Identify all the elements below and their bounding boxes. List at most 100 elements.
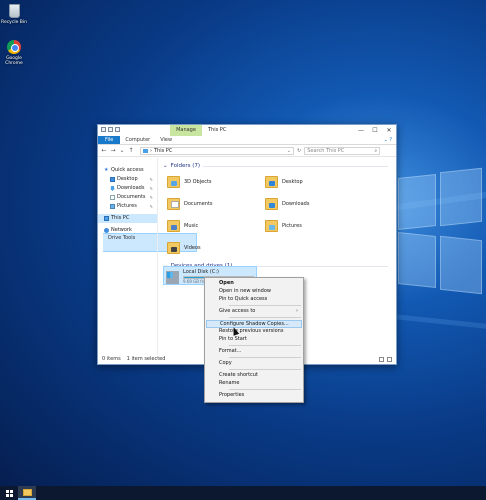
videos-folder-icon xyxy=(167,242,180,254)
recent-locations-icon[interactable]: ⌄ xyxy=(119,147,125,154)
close-button[interactable]: ✕ xyxy=(382,125,396,136)
recycle-bin-icon xyxy=(8,4,20,18)
sidebar-item-network[interactable]: Network xyxy=(98,226,157,235)
network-icon xyxy=(104,228,109,233)
folder-desktop[interactable]: Desktop xyxy=(265,176,303,188)
start-button[interactable] xyxy=(0,486,18,500)
menu-separator xyxy=(229,369,301,371)
chevron-down-icon[interactable]: ⌄ xyxy=(287,148,291,154)
context-menu: Open Open in new window Pin to Quick acc… xyxy=(204,277,304,403)
folder-downloads[interactable]: Downloads xyxy=(265,198,309,210)
sidebar-item-pictures[interactable]: Pictures ✎ xyxy=(98,202,157,211)
large-icons-view-icon[interactable] xyxy=(387,356,392,362)
folder-label: Documents xyxy=(184,201,213,207)
folder-pictures[interactable]: Pictures xyxy=(265,220,302,232)
properties-icon[interactable] xyxy=(101,127,106,132)
folder-label: Music xyxy=(184,223,199,229)
pin-icon: ✎ xyxy=(149,186,153,191)
pictures-folder-icon xyxy=(265,220,278,232)
desktop-folder-icon xyxy=(265,176,278,188)
address-bar[interactable]: › This PC ⌄ xyxy=(140,146,294,155)
forward-icon[interactable]: → xyxy=(110,147,116,154)
sidebar-item-label: Desktop xyxy=(117,176,138,182)
music-folder-icon xyxy=(167,220,180,232)
drive-name: Local Disk (C:) xyxy=(183,269,219,275)
star-icon: ★ xyxy=(104,167,109,173)
menu-item-restore-previous-versions[interactable]: Restore previous versions xyxy=(205,328,303,336)
minimize-button[interactable]: — xyxy=(354,125,368,136)
folder-label: 3D Objects xyxy=(184,179,212,185)
tab-computer[interactable]: Computer xyxy=(120,136,155,144)
folder-label: Downloads xyxy=(282,201,310,207)
desktop-icon-label: Recycle Bin xyxy=(1,20,27,25)
folder-documents[interactable]: Documents xyxy=(167,198,213,210)
downloads-icon xyxy=(110,186,115,191)
customize-toolbar-icon[interactable] xyxy=(115,127,120,132)
sidebar-item-label: Network xyxy=(111,227,132,233)
menu-item-rename[interactable]: Rename xyxy=(205,380,303,388)
taskbar-file-explorer[interactable] xyxy=(18,486,36,500)
hard-drive-icon xyxy=(166,271,179,284)
menu-item-pin-quick-access[interactable]: Pin to Quick access xyxy=(205,296,303,304)
quick-access-toolbar xyxy=(101,127,120,132)
refresh-icon[interactable]: ↻ xyxy=(297,148,301,154)
desktop-icon-recycle-bin[interactable]: Recycle Bin xyxy=(0,4,28,25)
search-placeholder: Search This PC xyxy=(307,147,345,154)
address-path: This PC xyxy=(154,147,173,154)
desktop-icon-google-chrome[interactable]: Google Chrome xyxy=(0,40,28,66)
sidebar-item-quick-access[interactable]: ★ Quick access xyxy=(98,166,157,175)
folder-label: Desktop xyxy=(282,179,303,185)
menu-item-pin-to-start[interactable]: Pin to Start xyxy=(205,336,303,344)
taskbar xyxy=(0,486,486,500)
folders-grid: 3D Objects Desktop Documents Downloads M… xyxy=(163,170,396,262)
new-folder-icon[interactable] xyxy=(108,127,113,132)
menu-separator xyxy=(229,357,301,359)
search-input[interactable]: Search This PC ⌕ xyxy=(304,146,381,155)
up-icon[interactable]: ↑ xyxy=(128,147,134,154)
back-icon[interactable]: ← xyxy=(101,147,107,154)
selection-count: 1 item selected xyxy=(126,356,166,362)
group-title: Folders (7) xyxy=(170,163,201,169)
downloads-folder-icon xyxy=(265,198,278,210)
sidebar-item-label: Quick access xyxy=(111,167,144,173)
search-icon: ⌕ xyxy=(374,147,378,154)
menu-item-open-new-window[interactable]: Open in new window xyxy=(205,288,303,296)
folder-3d-objects[interactable]: 3D Objects xyxy=(167,176,212,188)
menu-separator xyxy=(229,345,301,347)
folder-videos[interactable]: Videos xyxy=(167,242,201,254)
sidebar-item-this-pc[interactable]: This PC xyxy=(98,214,157,223)
tab-view[interactable]: View xyxy=(155,136,177,144)
sidebar-item-desktop[interactable]: Desktop ✎ xyxy=(98,175,157,184)
item-count: 0 items xyxy=(102,356,121,362)
menu-item-open[interactable]: Open xyxy=(205,280,303,288)
menu-item-give-access[interactable]: Give access to › xyxy=(205,308,303,316)
sidebar-item-label: Documents xyxy=(117,194,146,200)
sidebar-item-downloads[interactable]: Downloads ✎ xyxy=(98,184,157,193)
wallpaper-windows-logo xyxy=(398,167,484,295)
window-title: This PC xyxy=(208,127,227,133)
maximize-button[interactable]: ☐ xyxy=(368,125,382,136)
menu-item-copy[interactable]: Copy xyxy=(205,360,303,368)
folder-music[interactable]: Music xyxy=(167,220,198,232)
menu-item-create-shortcut[interactable]: Create shortcut xyxy=(205,372,303,380)
pin-icon: ✎ xyxy=(149,195,153,200)
manage-context-tab[interactable]: Manage xyxy=(170,125,202,136)
title-bar[interactable]: Manage This PC — ☐ ✕ xyxy=(98,125,396,136)
windows-start-icon xyxy=(5,489,13,497)
sidebar-item-documents[interactable]: Documents ✎ xyxy=(98,193,157,202)
folders-group-header[interactable]: ⌄ Folders (7) xyxy=(163,162,396,170)
desktop-folder-icon xyxy=(110,177,115,182)
submenu-arrow-icon: › xyxy=(296,307,298,314)
pictures-icon xyxy=(110,204,115,209)
menu-item-format[interactable]: Format... xyxy=(205,348,303,356)
this-pc-icon xyxy=(143,148,148,153)
navigation-pane: ★ Quick access Desktop ✎ Downloads ✎ Doc… xyxy=(98,158,158,354)
navigation-bar: ← → ⌄ ↑ › This PC ⌄ ↻ Search This PC ⌕ xyxy=(98,145,396,157)
menu-item-configure-shadow-copies[interactable]: Configure Shadow Copies... xyxy=(206,319,302,328)
sidebar-item-label: This PC xyxy=(111,215,130,221)
menu-item-properties[interactable]: Properties xyxy=(205,392,303,400)
tab-file[interactable]: File xyxy=(98,136,121,144)
details-view-icon[interactable] xyxy=(379,356,384,362)
file-explorer-icon xyxy=(22,488,32,496)
ribbon-expand-icon[interactable]: ⌄ ? xyxy=(380,136,396,144)
